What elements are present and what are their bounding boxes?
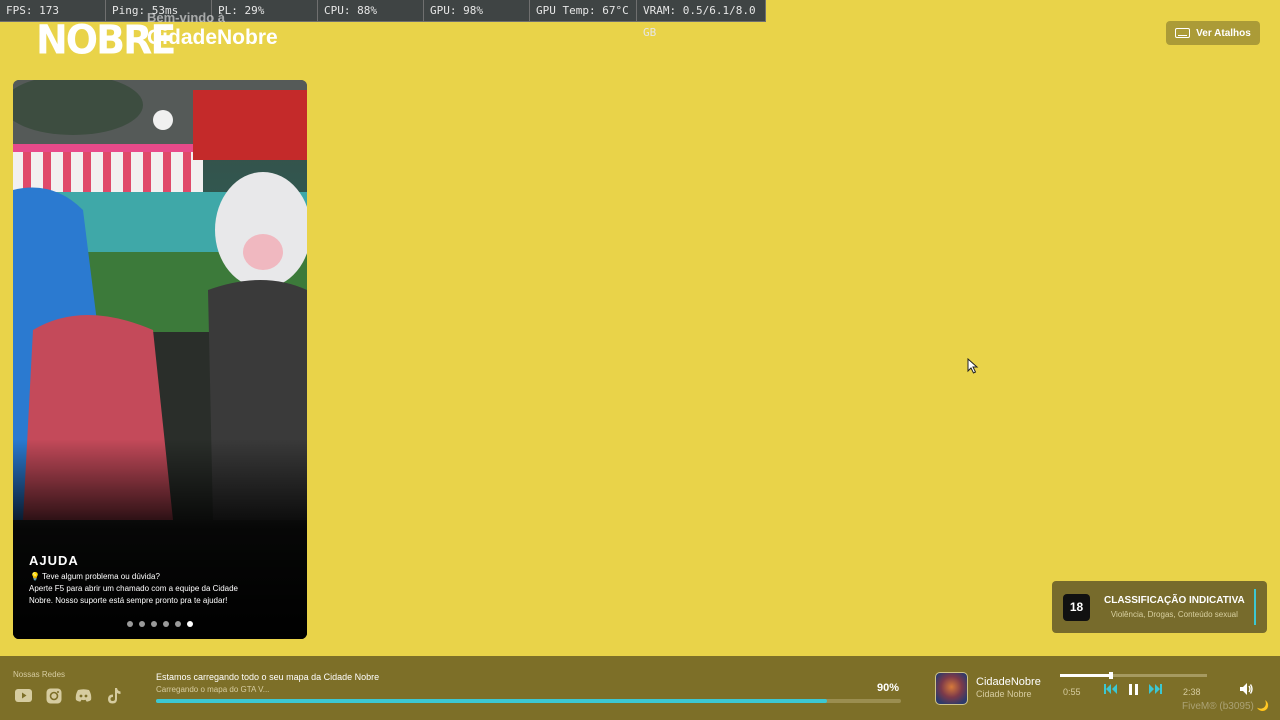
- seek-progress: [1060, 674, 1112, 677]
- loading-title: Estamos carregando todo o seu mapa da Ci…: [156, 672, 380, 682]
- next-track-icon[interactable]: [1148, 684, 1162, 694]
- vram-counter: VRAM: 0.5/6.1/8.0 GB: [637, 0, 766, 39]
- fivem-build-label: FiveM® (b3095) 🌙: [1182, 701, 1269, 712]
- tiktok-icon[interactable]: [105, 687, 122, 704]
- song-title: CidadeNobre: [976, 676, 1041, 688]
- loading-progress-bar: [156, 699, 901, 703]
- youtube-icon[interactable]: [15, 687, 32, 704]
- gpu-counter: GPU: 98%: [424, 0, 530, 22]
- loading-progress-fill: [156, 699, 827, 703]
- shortcuts-label: Ver Atalhos: [1196, 27, 1251, 39]
- album-art: [935, 672, 968, 705]
- social-links: [15, 687, 122, 704]
- carousel-dot[interactable]: [127, 621, 133, 627]
- moon-icon: 🌙: [1256, 701, 1270, 712]
- rating-title: CLASSIFICAÇÃO INDICATIVA: [1104, 595, 1245, 606]
- card-question: 💡 Teve algum problema ou dúvida?: [30, 572, 160, 581]
- carousel-dot[interactable]: [151, 621, 157, 627]
- previous-track-icon[interactable]: [1104, 684, 1118, 694]
- age-rating-badge: 18: [1063, 593, 1090, 621]
- pause-icon[interactable]: [1129, 684, 1138, 695]
- mouse-cursor-icon: [967, 358, 979, 374]
- current-time: 0:55: [1063, 687, 1081, 697]
- seek-handle[interactable]: [1109, 672, 1114, 679]
- keyboard-icon: [1175, 28, 1191, 38]
- social-label: Nossas Redes: [13, 670, 66, 679]
- welcome-subtitle: Bem-vindo à: [147, 12, 226, 24]
- bottom-bar: Nossas Redes Estamos carregando todo o s…: [0, 656, 1280, 720]
- rating-descriptors: Violência, Drogas, Conteúdo sexual: [1110, 610, 1238, 619]
- card-body: Aperte F5 para abrir um chamado com a eq…: [29, 584, 239, 605]
- cpu-counter: CPU: 88%: [318, 0, 424, 22]
- carousel-dot[interactable]: [163, 621, 169, 627]
- loading-status: Carregando o mapa do GTA V...: [156, 685, 270, 694]
- fivem-label-text: FiveM® (b3095): [1182, 701, 1254, 712]
- loading-percent: 90%: [877, 682, 900, 694]
- view-shortcuts-button[interactable]: Ver Atalhos: [1166, 21, 1260, 45]
- info-carousel-card: AJUDA 💡 Teve algum problema ou dúvida? A…: [13, 80, 307, 639]
- card-title: AJUDA: [29, 553, 79, 568]
- gpu-temp-counter: GPU Temp: 67°C: [530, 0, 637, 22]
- age-rating-panel: 18 CLASSIFICAÇÃO INDICATIVA Violência, D…: [1052, 581, 1267, 633]
- song-artist: Cidade Nobre: [976, 689, 1032, 699]
- carousel-dot[interactable]: [175, 621, 181, 627]
- carousel-dots[interactable]: [13, 621, 307, 627]
- carousel-dot-active[interactable]: [187, 621, 193, 627]
- carousel-dot[interactable]: [139, 621, 145, 627]
- instagram-icon[interactable]: [45, 687, 62, 704]
- server-name: CidadeNobre: [147, 26, 278, 49]
- welcome-block: Bem-vindo à CidadeNobre: [147, 12, 278, 50]
- discord-icon[interactable]: [75, 687, 92, 704]
- seek-bar[interactable]: [1060, 672, 1207, 679]
- total-time: 2:38: [1183, 687, 1201, 697]
- volume-icon[interactable]: [1240, 683, 1254, 695]
